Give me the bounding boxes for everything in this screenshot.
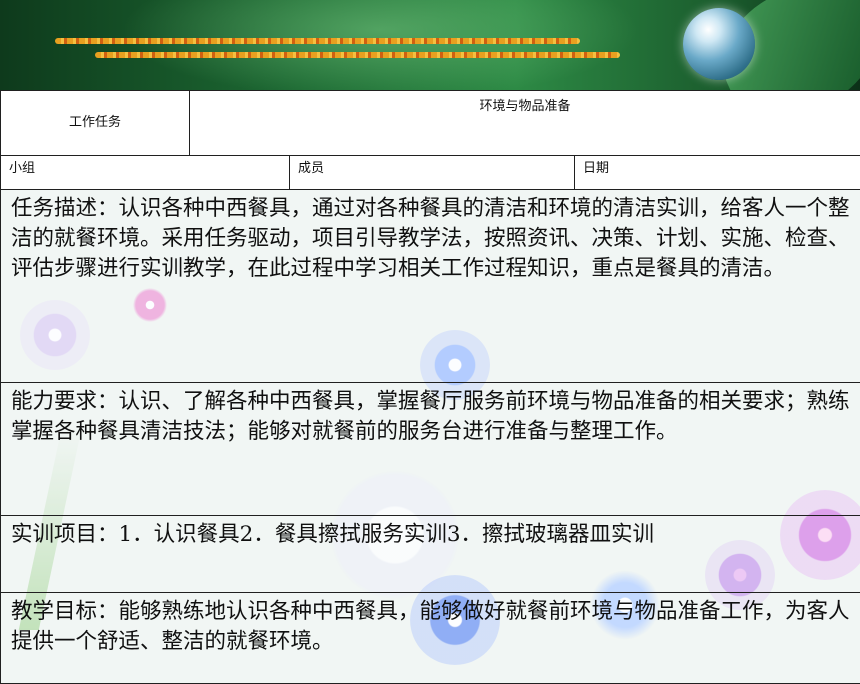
task-label-cell: 工作任务 xyxy=(1,91,190,156)
task-title-cell: 环境与物品准备 xyxy=(190,91,860,156)
water-drop-decoration xyxy=(683,8,755,80)
meta-row: 小组 成员 日期 xyxy=(1,156,860,190)
date-label-cell: 日期 xyxy=(575,156,860,190)
description-row: 任务描述：认识各种中西餐具，通过对各种餐具的清洁和环境的清洁实训，给客人一个整洁… xyxy=(1,190,860,383)
ability-requirements-text: 能力要求：认识、了解各种中西餐具，掌握餐厅服务前环境与物品准备的相关要求；熟练掌… xyxy=(1,383,860,516)
task-sheet-table: 工作任务 环境与物品准备 小组 成员 日期 任务描述：认识各种中西餐具，通过对各… xyxy=(0,90,860,684)
projects-row: 实训项目：1．认识餐具2．餐具擦拭服务实训3．擦拭玻璃器皿实训 xyxy=(1,516,860,593)
training-projects-text: 实训项目：1．认识餐具2．餐具擦拭服务实训3．擦拭玻璃器皿实训 xyxy=(1,516,860,593)
teaching-goal-text: 教学目标：能够熟练地认识各种中西餐具，能够做好就餐前环境与物品准备工作，为客人提… xyxy=(1,593,860,684)
task-description-text: 任务描述：认识各种中西餐具，通过对各种餐具的清洁和环境的清洁实训，给客人一个整洁… xyxy=(1,190,860,383)
banner-glow xyxy=(120,0,640,90)
decorative-wave-line xyxy=(55,38,580,44)
ability-row: 能力要求：认识、了解各种中西餐具，掌握餐厅服务前环境与物品准备的相关要求；熟练掌… xyxy=(1,383,860,516)
group-label-cell: 小组 xyxy=(1,156,290,190)
goal-row: 教学目标：能够熟练地认识各种中西餐具，能够做好就餐前环境与物品准备工作，为客人提… xyxy=(1,593,860,684)
task-row: 工作任务 环境与物品准备 xyxy=(1,91,860,156)
decorative-wave-line xyxy=(95,52,620,58)
header-banner xyxy=(0,0,860,90)
members-label-cell: 成员 xyxy=(290,156,575,190)
